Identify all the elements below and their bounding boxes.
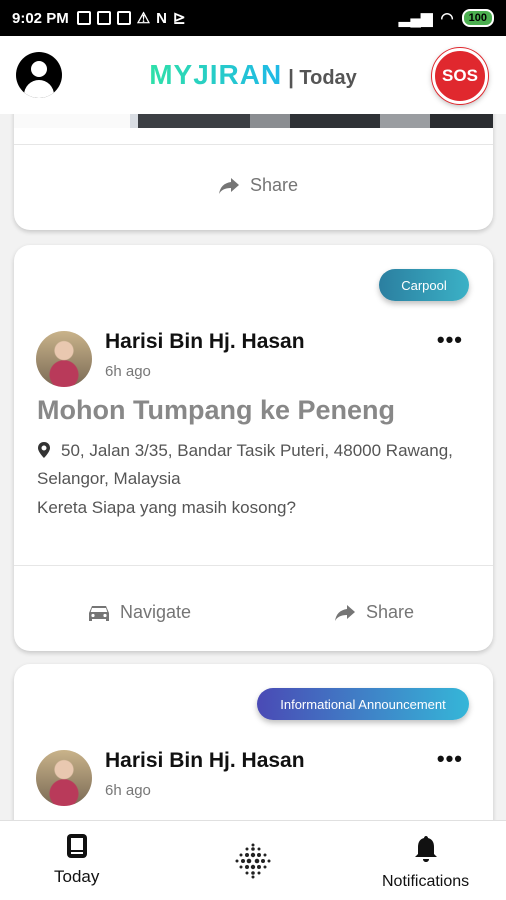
page-title: | Today	[288, 66, 357, 89]
post-card: Carpool Harisi Bin Hj. Hasan 6h ago ••• …	[14, 245, 493, 651]
app-header: MYJIRAN | Today SOS	[0, 36, 506, 114]
post-card: Share	[14, 114, 493, 230]
status-bar: 9:02 PM ⚠ N ⊵ ▂▄▆ ◠ 100	[0, 0, 506, 36]
more-options-icon[interactable]: •••	[437, 746, 463, 772]
bell-icon	[414, 836, 437, 862]
category-tag: Carpool	[379, 269, 469, 301]
sos-button[interactable]: SOS	[432, 48, 488, 104]
facebook-icon	[76, 11, 91, 25]
share-label: Share	[366, 602, 415, 622]
bottom-nav: Today Notifications	[0, 820, 506, 900]
app-logo-icon	[235, 843, 271, 879]
share-button[interactable]: Share	[218, 175, 298, 196]
share-label: Share	[250, 175, 299, 195]
author-avatar[interactable]	[36, 331, 92, 387]
post-card: Informational Announcement Harisi Bin Hj…	[14, 664, 493, 820]
battery-icon: 100	[461, 9, 494, 27]
nav-home[interactable]	[233, 841, 273, 881]
post-time: 6h ago	[105, 782, 151, 799]
nav-notifications-label: Notifications	[382, 873, 470, 890]
signal-icon: ▂▄▆	[398, 10, 433, 27]
post-title: Mohon Tumpang ke Peneng	[37, 395, 396, 425]
nav-notifications[interactable]: Notifications	[382, 835, 469, 891]
post-address: 50, Jalan 3/35, Bandar Tasik Puteri, 480…	[37, 437, 477, 493]
navigate-button[interactable]: Navigate	[88, 602, 191, 623]
author-name[interactable]: Harisi Bin Hj. Hasan	[105, 330, 305, 354]
author-name[interactable]: Harisi Bin Hj. Hasan	[105, 749, 305, 773]
author-avatar[interactable]	[36, 750, 92, 806]
phone-icon	[66, 834, 87, 858]
nav-today-label: Today	[54, 867, 100, 886]
more-options-icon[interactable]: •••	[437, 327, 463, 353]
post-time: 6h ago	[105, 363, 151, 380]
post-image	[14, 114, 493, 128]
share-icon	[219, 177, 239, 194]
location-pin-icon	[38, 442, 50, 458]
address-text: 50, Jalan 3/35, Bandar Tasik Puteri, 480…	[37, 441, 453, 488]
share-icon	[335, 604, 355, 621]
share-button[interactable]: Share	[334, 602, 414, 623]
news-icon: N	[156, 9, 167, 27]
feed[interactable]: Share Carpool Harisi Bin Hj. Hasan 6h ag…	[0, 114, 506, 820]
app-icon: ⊵	[173, 10, 186, 27]
status-time: 9:02 PM	[12, 9, 69, 27]
nav-today[interactable]: Today	[54, 833, 99, 887]
post-body: Kereta Siapa yang masih kosong?	[37, 498, 296, 517]
gmail-icon	[96, 11, 111, 25]
warning-icon: ⚠	[136, 10, 151, 27]
profile-icon[interactable]	[16, 52, 62, 98]
car-icon	[89, 605, 109, 621]
category-tag: Informational Announcement	[257, 688, 469, 720]
notification-icons: ⚠ N ⊵	[76, 9, 186, 27]
navigate-label: Navigate	[120, 602, 192, 622]
brand-logo: MYJIRAN	[149, 59, 283, 90]
wifi-icon: ◠	[440, 10, 454, 27]
gmail-icon	[116, 11, 131, 25]
